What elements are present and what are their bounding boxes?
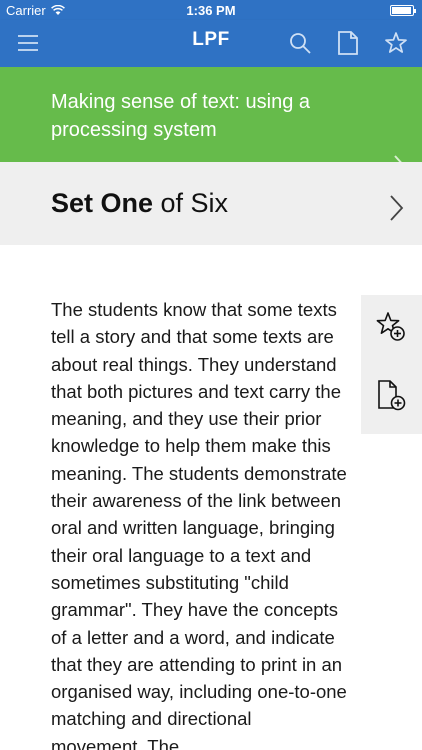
add-note-icon[interactable] <box>375 379 407 411</box>
section-banner[interactable]: Making sense of text: using a processing… <box>0 67 422 181</box>
star-icon[interactable] <box>379 26 413 60</box>
side-tools-panel <box>361 295 422 434</box>
nav-bar: LPF <box>0 20 422 67</box>
add-favourite-icon[interactable] <box>375 311 407 343</box>
document-icon[interactable] <box>331 26 365 60</box>
status-time: 1:36 PM <box>186 3 236 18</box>
battery-icon <box>390 5 416 16</box>
set-selector[interactable]: Set One of Six <box>0 162 422 245</box>
status-bar: Carrier 1:36 PM <box>0 0 422 20</box>
set-label-rest: of Six <box>153 188 229 218</box>
section-title: Making sense of text: using a processing… <box>51 91 311 141</box>
search-icon[interactable] <box>283 26 317 60</box>
chevron-right-icon <box>390 195 404 221</box>
set-label: Set One of Six <box>51 188 228 219</box>
description-text: The students know that some texts tell a… <box>51 299 347 750</box>
set-label-bold: Set One <box>51 188 154 218</box>
